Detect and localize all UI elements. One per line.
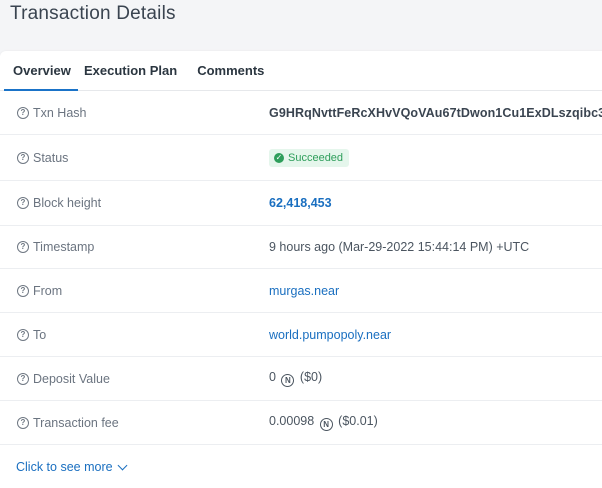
detail-row-status: ? Status ✓ Succeeded [0,135,602,181]
see-more-label: Click to see more [16,460,113,474]
chevron-down-icon [117,460,128,470]
detail-row-txn-hash: ? Txn Hash G9HRqNvttFeRcXHvVQoVAu67tDwon… [0,91,602,135]
detail-label: ? Txn Hash [17,106,87,120]
label-text: Status [33,150,69,165]
detail-label: ? Timestamp [17,240,94,254]
from-account-link[interactable]: murgas.near [269,284,339,298]
detail-row-deposit-value: ? Deposit Value 0 N ($0) [0,357,602,401]
page-title: Transaction Details [10,3,176,24]
question-circle-icon[interactable]: ? [17,328,29,341]
question-circle-icon[interactable]: ? [17,197,29,209]
question-circle-icon[interactable]: ? [17,284,29,297]
question-circle-icon[interactable]: ? [17,151,29,164]
question-circle-icon[interactable]: ? [17,106,29,119]
detail-row-to: ? To world.pumpopoly.near [0,313,602,357]
detail-label: ? To [17,328,46,342]
label-text: Deposit Value [33,371,110,386]
status-badge: ✓ Succeeded [269,148,350,167]
detail-row-timestamp: ? Timestamp 9 hours ago (Mar-29-2022 15:… [0,226,602,269]
label-text: Transaction fee [33,415,119,430]
near-token-icon: N [281,374,295,387]
status-value: ✓ Succeeded [269,148,350,167]
detail-label: ? Block height [17,196,101,210]
deposit-amount: 0 [269,370,276,384]
status-badge-text: Succeeded [288,151,344,164]
tab-comments[interactable]: Comments [197,50,264,90]
fee-usd: ($0.01) [338,414,378,428]
tab-overview[interactable]: Overview [4,50,78,91]
label-text: To [33,327,47,342]
question-circle-icon[interactable]: ? [17,241,29,253]
transaction-card: Overview Execution Plan Comments ? Txn H… [0,51,602,488]
question-circle-icon[interactable]: ? [17,372,29,385]
check-circle-icon: ✓ [274,152,284,163]
to-account-link[interactable]: world.pumpopoly.near [269,328,391,342]
see-more-link[interactable]: Click to see more [16,460,128,474]
tab-bar: Overview Execution Plan Comments [0,51,602,91]
detail-row-from: ? From murgas.near [0,269,602,313]
detail-row-transaction-fee: ? Transaction fee 0.00098 N ($0.01) [0,401,602,445]
transaction-fee-value: 0.00098 N ($0.01) [269,414,378,431]
deposit-value: 0 N ($0) [269,370,322,387]
fee-amount: 0.00098 [269,414,315,428]
question-circle-icon[interactable]: ? [17,416,29,429]
deposit-usd: ($0) [299,370,323,384]
detail-row-block-height: ? Block height 62,418,453 [0,181,602,226]
label-text: From [33,283,63,298]
label-text: Block height [33,196,102,210]
detail-label: ? Deposit Value [17,372,110,386]
tab-execution-plan[interactable]: Execution Plan [84,50,177,90]
timestamp-value: 9 hours ago (Mar-29-2022 15:44:14 PM) +U… [269,240,530,254]
near-token-icon: N [319,418,333,431]
detail-label: ? Status [17,151,68,165]
block-height-link[interactable]: 62,418,453 [269,196,332,210]
label-text: Timestamp [33,240,95,254]
detail-label: ? Transaction fee [17,416,119,430]
detail-label: ? From [17,284,62,298]
txn-hash-value: G9HRqNvttFeRcXHvVQoVAu67tDwon1Cu1ExDLszq… [269,105,602,120]
label-text: Txn Hash [33,105,87,120]
